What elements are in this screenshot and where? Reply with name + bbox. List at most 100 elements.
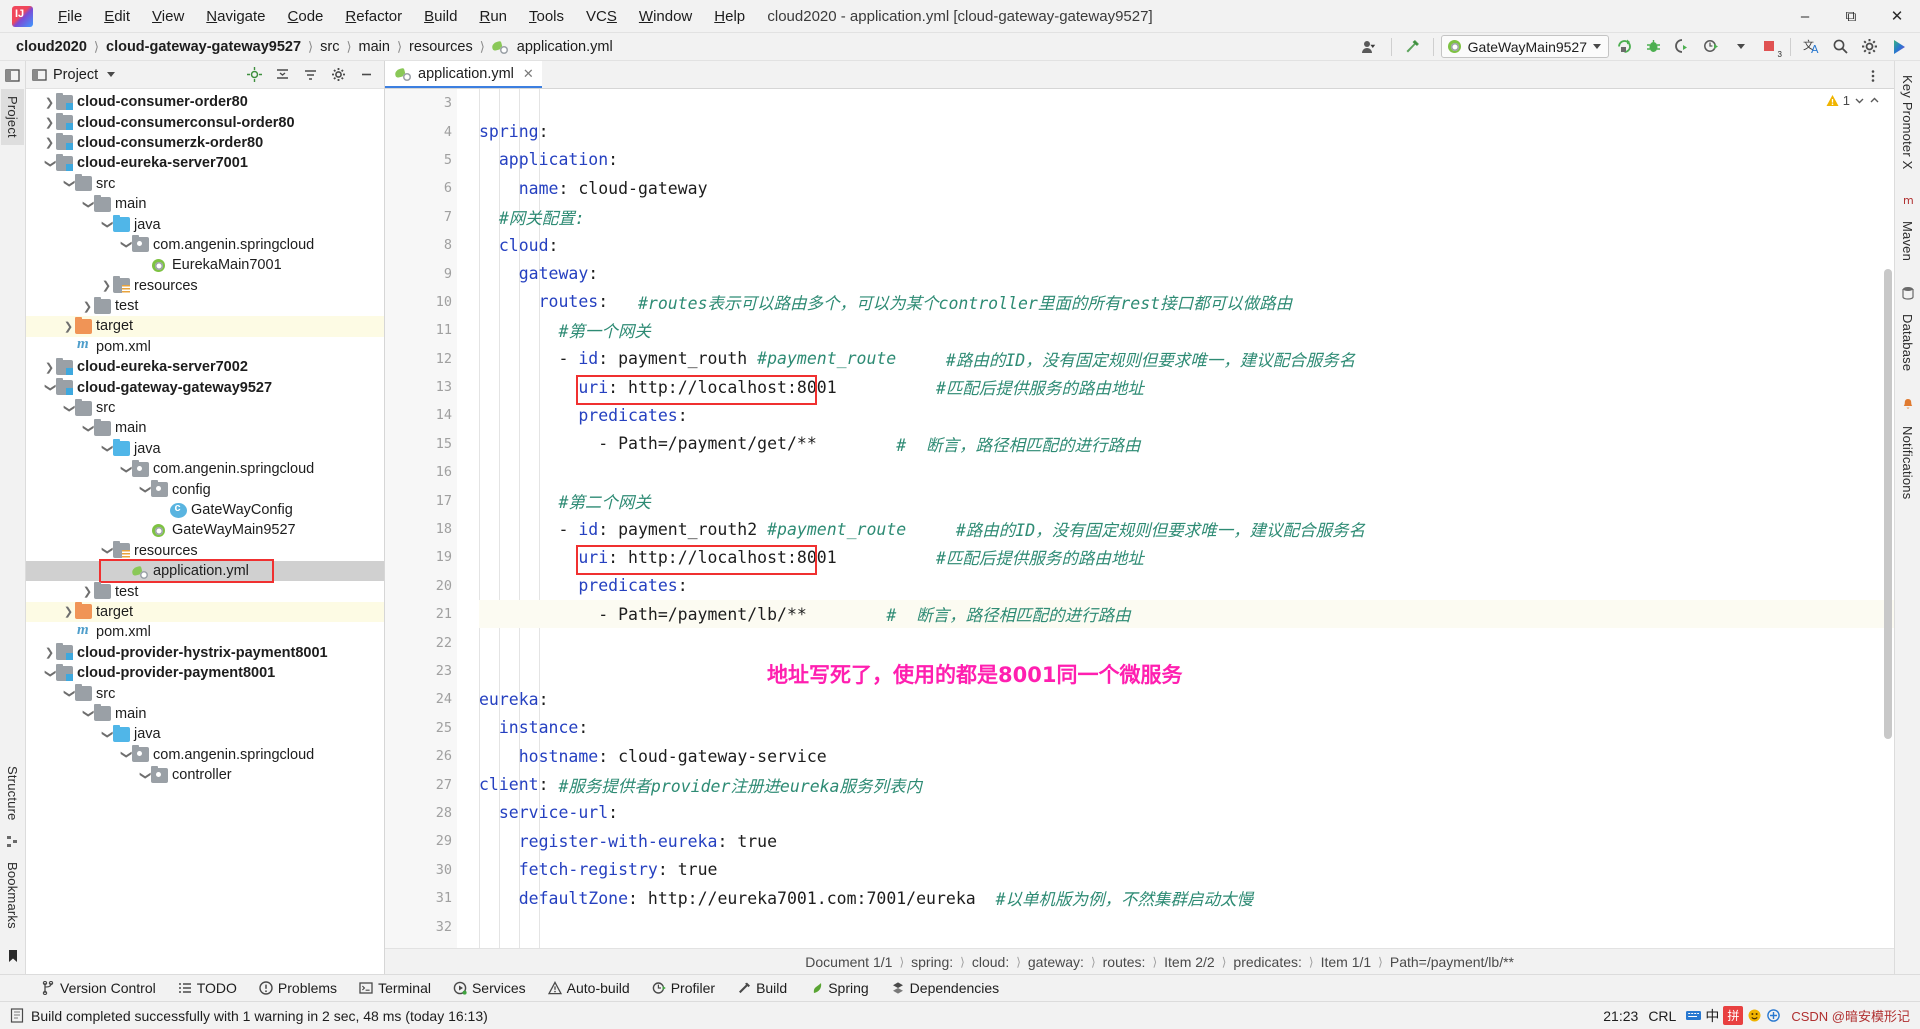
doc-crumb-document[interactable]: Document 1/1 [805, 954, 892, 970]
doc-crumb-path[interactable]: Path=/payment/lb/** [1390, 954, 1514, 970]
code-line-22[interactable] [479, 628, 1894, 656]
chevron-down-icon[interactable]: ❮ [100, 728, 113, 741]
database-icon[interactable] [1899, 284, 1917, 302]
tool-window-version-control[interactable]: Version Control [30, 978, 167, 998]
gutter-line-9[interactable]: 9 [385, 259, 470, 287]
tree-node-com-angenin-springcloud[interactable]: ❮ com.angenin.springcloud [26, 745, 384, 765]
menu-window[interactable]: Window [628, 5, 703, 28]
run-with-coverage-icon[interactable] [1669, 35, 1696, 59]
gutter-line-3[interactable]: 3 [385, 89, 457, 117]
project-tree[interactable]: ❯ cloud-consumer-order80 ❯ cloud-consumerco… [26, 89, 384, 974]
code-line-8[interactable]: cloud: [479, 231, 1894, 259]
tool-window-auto-build[interactable]: Auto-build [537, 978, 641, 998]
chevron-right-icon[interactable]: ❯ [43, 116, 56, 129]
tree-node-pom-xml[interactable]: pom.xml [26, 336, 384, 357]
bookmark-icon[interactable] [4, 947, 22, 965]
breadcrumb-item-src[interactable]: src [316, 38, 343, 56]
gutter-line-6[interactable]: 6 [385, 174, 470, 202]
code-line-12[interactable]: - id: payment_routh #payment_route #路由的I… [479, 345, 1894, 373]
editor-gutter[interactable]: 3 4 5 6 7 8 9 10 11 12 13 14 15 16 17 18 19 20 21 22 23 24 25 2… [385, 89, 488, 948]
tree-node-test[interactable]: ❯ test [26, 581, 384, 601]
code-line-17[interactable]: #第二个网关 [479, 486, 1894, 514]
code-line-3[interactable] [479, 89, 1894, 117]
tool-window-spring[interactable]: Spring [798, 978, 879, 998]
tree-node-eurekamain7001[interactable]: EurekaMain7001 [26, 255, 384, 275]
editor-code-area[interactable]: spring: application: name: cloud-gateway… [457, 89, 1894, 948]
gutter-line-24[interactable]: 24 [385, 685, 470, 713]
tool-window-bar[interactable]: Version Control TODO Problems Terminal Servi… [0, 974, 1920, 1002]
tree-node-com-angenin-springcloud[interactable]: ❮ com.angenin.springcloud [26, 235, 384, 255]
gutter-line-15[interactable]: 15 [385, 430, 470, 458]
tree-node-main[interactable]: ❮ main [26, 418, 384, 438]
close-button[interactable]: ✕ [1874, 0, 1920, 32]
chevron-right-icon[interactable]: ❯ [62, 605, 75, 618]
expand-icon[interactable] [297, 63, 324, 87]
gutter-line-31[interactable]: 31 [385, 884, 457, 912]
chevron-down-icon[interactable]: ❮ [62, 402, 75, 415]
run-icon[interactable] [1611, 35, 1638, 59]
tool-window-todo[interactable]: TODO [167, 978, 248, 998]
gutter-line-10[interactable]: 10 [385, 288, 470, 316]
gutter-line-13[interactable]: 13 [385, 373, 457, 401]
code-line-28[interactable]: service-url: [479, 799, 1894, 827]
code-line-30[interactable]: fetch-registry: true [479, 856, 1894, 884]
menu-bar[interactable]: File Edit View Navigate Code Refactor Bu… [47, 5, 756, 28]
maximize-button[interactable]: ⧉ [1828, 0, 1874, 32]
tree-node-target[interactable]: ❯ target [26, 316, 384, 337]
tree-node-config[interactable]: ❮ config [26, 479, 384, 499]
code-line-19[interactable]: uri: http://localhost:8001 #匹配后提供服务的路由地址 [479, 543, 1894, 571]
gutter-line-30[interactable]: 30 [385, 856, 457, 884]
tree-node-src[interactable]: ❮ src [26, 683, 384, 703]
tree-node-src[interactable]: ❮ src [26, 174, 384, 194]
chevron-right-icon[interactable]: ❯ [43, 646, 56, 659]
code-line-23[interactable] [479, 657, 1894, 685]
updates-icon[interactable] [1885, 35, 1912, 59]
close-icon[interactable]: ✕ [523, 66, 534, 82]
chevron-down-icon[interactable]: ❮ [119, 463, 132, 476]
sidebar-tab-database[interactable]: Database [1896, 307, 1919, 378]
chevron-down-icon[interactable]: ❮ [100, 544, 113, 557]
code-line-24[interactable]: eureka: [479, 685, 1894, 713]
chevron-right-icon[interactable]: ❯ [62, 320, 75, 333]
code-line-20[interactable]: predicates: [479, 572, 1894, 600]
sidebar-tab-key-promoter[interactable]: Key Promoter X [1896, 61, 1919, 177]
code-line-31[interactable]: defaultZone: http://eureka7001.com:7001/… [479, 884, 1894, 912]
editor-scrollbar[interactable] [1882, 89, 1894, 948]
chevron-down-icon[interactable]: ❮ [62, 687, 75, 700]
chevron-down-icon[interactable]: ❮ [43, 157, 56, 170]
menu-refactor[interactable]: Refactor [334, 5, 413, 28]
tree-node-application-yml[interactable]: application.yml [26, 558, 384, 584]
menu-view[interactable]: View [141, 5, 195, 28]
tree-node-cloud-gateway-gateway9527[interactable]: ❮ cloud-gateway-gateway9527 [26, 377, 384, 397]
tree-node-java[interactable]: ❮ java [26, 439, 384, 459]
user-settings-icon[interactable] [1357, 35, 1384, 59]
tool-window-terminal[interactable]: Terminal [348, 978, 442, 998]
code-line-7[interactable]: #网关配置: [479, 203, 1894, 231]
sidebar-tab-bookmarks[interactable]: Bookmarks [1, 855, 24, 936]
gutter-line-27[interactable]: 27 [385, 770, 470, 798]
gutter-line-18[interactable]: 18 [385, 515, 470, 543]
doc-crumb-item2[interactable]: Item 2/2 [1164, 954, 1215, 970]
stop-icon[interactable]: 3 [1756, 35, 1783, 59]
chevron-down-icon[interactable]: ❮ [138, 483, 151, 496]
doc-crumb-predicates[interactable]: predicates: [1233, 954, 1301, 970]
doc-crumb-routes[interactable]: routes: [1103, 954, 1146, 970]
gutter-line-23[interactable]: 23 [385, 657, 457, 685]
chevron-right-icon[interactable]: ❯ [43, 361, 56, 374]
code-line-29[interactable]: register-with-eureka: true [479, 827, 1894, 855]
tree-node-cloud-provider-hystrix-payment8001[interactable]: ❯ cloud-provider-hystrix-payment8001 [26, 643, 384, 663]
sidebar-tab-notifications[interactable]: Notifications [1896, 419, 1919, 506]
chevron-right-icon[interactable]: ❯ [81, 300, 94, 313]
tree-node-java[interactable]: ❮ java [26, 724, 384, 744]
gutter-line-26[interactable]: 26 [385, 742, 470, 770]
code-editor[interactable]: 3 4 5 6 7 8 9 10 11 12 13 14 15 16 17 18 19 20 21 22 23 24 25 2… [385, 89, 1894, 948]
tool-window-dependencies[interactable]: Dependencies [880, 978, 1011, 998]
breadcrumb-item-module[interactable]: cloud-gateway-gateway9527 [102, 38, 305, 56]
code-line-27[interactable]: client: #服务提供者provider注册进eureka服务列表内 [479, 770, 1894, 798]
menu-file[interactable]: File [47, 5, 93, 28]
tree-node-com-angenin-springcloud[interactable]: ❮ com.angenin.springcloud [26, 459, 384, 479]
tool-window-services[interactable]: Services [442, 978, 537, 998]
code-line-18[interactable]: - id: payment_routh2 #payment_route #路由的… [479, 515, 1894, 543]
gutter-line-32[interactable]: 32 [385, 912, 457, 940]
profile-icon[interactable] [1698, 35, 1725, 59]
